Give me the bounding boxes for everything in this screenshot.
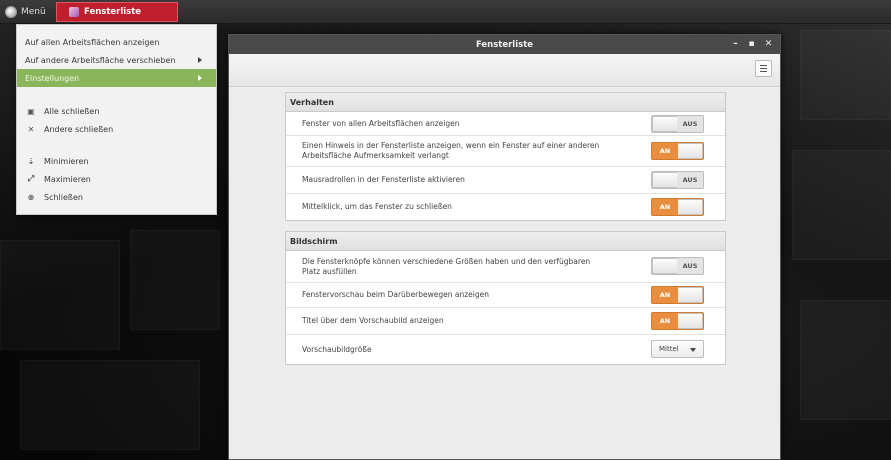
menu-item-label: Schließen — [44, 192, 83, 202]
menu-item-label: Maximieren — [44, 174, 91, 184]
close-circle-icon: ⊗ — [27, 192, 35, 202]
submenu-arrow-icon — [198, 57, 202, 63]
close-icon: ✕ — [27, 124, 35, 134]
dropdown-value: Mittel — [659, 345, 679, 353]
toggle-knob — [676, 199, 703, 215]
toggle-knob — [676, 287, 703, 303]
taskbar-button-fensterliste[interactable]: Fensterliste — [56, 2, 178, 22]
taskbar-label: Fensterliste — [84, 7, 142, 17]
toggle-switch[interactable]: AUS — [651, 115, 704, 133]
toggle-knob — [652, 258, 679, 274]
menu-item-show-all-workspaces[interactable]: Auf allen Arbeitsflächen anzeigen — [17, 33, 216, 51]
top-panel: Menü Fensterliste — [0, 0, 891, 24]
chevron-down-icon — [690, 348, 696, 352]
toggle-state: AUS — [677, 258, 703, 274]
wallpaper-tile — [800, 300, 891, 420]
close-all-icon: ▣ — [27, 106, 35, 116]
setting-row: Einen Hinweis in der Fensterliste anzeig… — [286, 136, 725, 167]
toggle-switch[interactable]: AN — [651, 312, 704, 330]
window-toolbar — [229, 54, 780, 87]
toggle-knob — [676, 143, 703, 159]
section-title: Verhalten — [286, 93, 725, 112]
menu-item-label: Auf andere Arbeitsfläche verschieben — [25, 55, 176, 65]
menu-item-move-to-workspace[interactable]: Auf andere Arbeitsfläche verschieben — [17, 51, 216, 69]
toggle-switch[interactable]: AUS — [651, 171, 704, 189]
menu-item-settings[interactable]: Einstellungen — [17, 69, 216, 87]
toggle-knob — [652, 172, 679, 188]
setting-row: Titel über dem Vorschaubild anzeigen AN — [286, 308, 725, 335]
settings-window: Fensterliste – ▪ ✕ Verhalten Fenster von… — [228, 34, 781, 460]
setting-row: Fenster von allen Arbeitsflächen anzeige… — [286, 112, 725, 136]
wallpaper-tile — [0, 240, 120, 350]
wallpaper-tile — [20, 360, 200, 450]
toggle-switch[interactable]: AN — [651, 198, 704, 216]
menu-icon — [5, 6, 17, 18]
window-titlebar[interactable]: Fensterliste – ▪ ✕ — [229, 35, 780, 54]
menu-item-close-others[interactable]: ✕ Andere schließen — [17, 120, 216, 138]
menu-item-close[interactable]: ⊗ Schließen — [17, 188, 216, 206]
toggle-switch[interactable]: AN — [651, 286, 704, 304]
setting-label: Titel über dem Vorschaubild anzeigen — [302, 316, 444, 325]
context-menu: Auf allen Arbeitsflächen anzeigen Auf an… — [16, 24, 217, 215]
menu-item-close-all[interactable]: ▣ Alle schließen — [17, 102, 216, 120]
menu-item-maximize[interactable]: ⤢ Maximieren — [17, 170, 216, 188]
section-display: Bildschirm Die Fensterknöpfe können vers… — [285, 231, 726, 365]
menu-label: Menü — [21, 7, 46, 17]
setting-label: Vorschaubildgröße — [302, 344, 372, 354]
setting-row: Mittelklick, um das Fenster zu schließen… — [286, 194, 725, 220]
toggle-knob — [676, 313, 703, 329]
setting-label: Mausradrollen in der Fensterliste aktivi… — [302, 175, 465, 184]
toggle-state: AN — [652, 199, 678, 215]
setting-row: Vorschaubildgröße Mittel — [286, 335, 725, 364]
setting-row: Mausradrollen in der Fensterliste aktivi… — [286, 167, 725, 194]
menu-item-label: Alle schließen — [44, 106, 100, 116]
minimize-icon: ⇣ — [27, 156, 35, 166]
setting-label: Fenstervorschau beim Darüberbewegen anze… — [302, 290, 490, 299]
toggle-state: AN — [652, 143, 678, 159]
minimize-window-button[interactable]: – — [729, 38, 742, 51]
wallpaper-tile — [130, 230, 220, 330]
preview-size-dropdown[interactable]: Mittel — [651, 340, 704, 358]
menu-item-label: Einstellungen — [25, 73, 80, 83]
setting-label: Die Fensterknöpfe können verschiedene Gr… — [302, 256, 591, 276]
setting-label: Fenster von allen Arbeitsflächen anzeige… — [302, 118, 460, 128]
maximize-icon: ⤢ — [27, 174, 35, 183]
setting-row: Fenstervorschau beim Darüberbewegen anze… — [286, 283, 725, 308]
toggle-switch[interactable]: AN — [651, 142, 704, 160]
section-title: Bildschirm — [286, 232, 725, 251]
main-menu-button[interactable]: Menü — [5, 4, 46, 20]
setting-label: Einen Hinweis in der Fensterliste anzeig… — [302, 141, 600, 160]
toggle-state: AUS — [677, 172, 703, 188]
app-icon — [69, 7, 79, 17]
menu-item-label: Auf allen Arbeitsflächen anzeigen — [25, 37, 160, 47]
menu-item-minimize[interactable]: ⇣ Minimieren — [17, 152, 216, 170]
toggle-state: AUS — [677, 116, 703, 132]
section-behavior: Verhalten Fenster von allen Arbeitsfläch… — [285, 92, 726, 221]
window-title: Fensterliste — [475, 39, 534, 50]
menu-item-label: Minimieren — [44, 156, 89, 166]
hamburger-menu-icon[interactable] — [755, 60, 772, 77]
submenu-arrow-icon — [198, 75, 202, 81]
close-window-button[interactable]: ✕ — [762, 38, 775, 51]
toggle-switch[interactable]: AUS — [651, 257, 704, 275]
maximize-window-button[interactable]: ▪ — [745, 38, 758, 51]
wallpaper-tile — [792, 150, 891, 260]
setting-row: Die Fensterknöpfe können verschiedene Gr… — [286, 251, 725, 283]
wallpaper-tile — [800, 30, 891, 120]
toggle-knob — [652, 116, 679, 132]
toggle-state: AN — [652, 313, 678, 329]
menu-item-label: Andere schließen — [44, 124, 114, 134]
toggle-state: AN — [652, 287, 678, 303]
setting-label: Mittelklick, um das Fenster zu schließen — [302, 202, 452, 211]
